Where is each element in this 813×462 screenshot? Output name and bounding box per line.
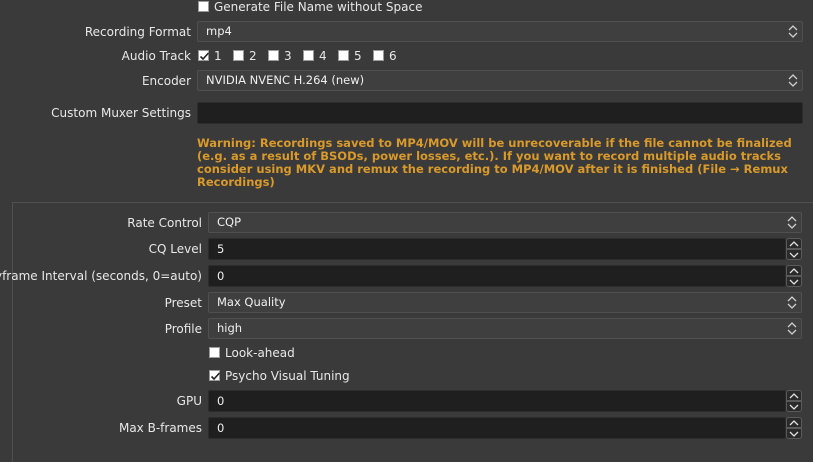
rate-control-value: CQP [217,215,242,229]
encoder-label: Encoder [141,74,191,88]
max-b-frames-spin-buttons[interactable] [786,417,802,439]
spin-up-icon[interactable] [786,417,802,428]
gpu-spin-buttons[interactable] [786,390,802,412]
audio-track-6-label: 6 [389,49,397,63]
spin-down-icon[interactable] [786,428,802,439]
keyframe-interval-spinbox[interactable]: 0 [208,265,786,287]
encoder-combo[interactable]: NVIDIA NVENC H.264 (new) [197,70,803,91]
psycho-visual-tuning-checkbox[interactable] [209,370,221,381]
audio-track-4-checkbox[interactable] [303,50,314,61]
spin-down-icon[interactable] [786,276,802,287]
custom-muxer-input[interactable] [197,102,803,124]
audio-track-label: Audio Track [121,49,191,63]
keyframe-interval-spin-buttons[interactable] [786,265,802,287]
updown-arrows-icon [787,73,799,88]
recording-format-combo[interactable]: mp4 [197,21,803,42]
updown-arrows-icon [786,215,798,230]
gpu-label: GPU [176,394,202,408]
generate-filename-checkbox[interactable] [198,1,209,12]
profile-label: Profile [164,322,202,336]
check-icon [210,372,221,381]
spin-up-icon[interactable] [786,390,802,401]
max-b-frames-spinbox[interactable]: 0 [208,417,786,439]
audio-track-2-checkbox[interactable] [233,50,244,61]
updown-arrows-icon [787,24,799,39]
custom-muxer-label: Custom Muxer Settings [51,106,191,120]
cq-level-spinbox[interactable]: 5 [208,238,786,260]
preset-value: Max Quality [217,295,286,309]
spin-up-icon[interactable] [786,265,802,276]
cq-level-spin-buttons[interactable] [786,238,802,260]
audio-track-2-label: 2 [249,49,257,63]
check-icon [199,52,210,61]
look-ahead-checkbox[interactable] [209,347,220,358]
audio-track-1-checkbox[interactable] [198,50,210,61]
recording-format-label: Recording Format [84,25,191,39]
audio-track-5-label: 5 [354,49,362,63]
spin-down-icon[interactable] [786,249,802,260]
updown-arrows-icon [786,295,798,310]
keyframe-interval-label: Keyframe Interval (seconds, 0=auto) [0,269,202,283]
audio-track-5-checkbox[interactable] [338,50,349,61]
cq-level-label: CQ Level [148,242,202,256]
spin-up-icon[interactable] [786,238,802,249]
preset-combo[interactable]: Max Quality [208,292,802,313]
look-ahead-label: Look-ahead [225,346,295,360]
encoder-value: NVIDIA NVENC H.264 (new) [206,73,365,87]
spin-down-icon[interactable] [786,401,802,412]
audio-track-6-checkbox[interactable] [373,50,384,61]
profile-value: high [217,321,243,335]
audio-track-3-checkbox[interactable] [268,50,279,61]
profile-combo[interactable]: high [208,318,802,339]
generate-filename-label: Generate File Name without Space [214,0,423,14]
rate-control-label: Rate Control [127,216,202,230]
rate-control-combo[interactable]: CQP [208,212,802,233]
audio-track-3-label: 3 [284,49,292,63]
gpu-spinbox[interactable]: 0 [208,390,786,412]
audio-track-1-label: 1 [214,49,222,63]
updown-arrows-icon [786,321,798,336]
psycho-visual-tuning-label: Psycho Visual Tuning [225,369,350,383]
recording-format-value: mp4 [206,24,232,38]
audio-track-4-label: 4 [319,49,327,63]
mp4-warning-text: Warning: Recordings saved to MP4/MOV wil… [197,136,792,189]
preset-label: Preset [164,296,202,310]
max-b-frames-label: Max B-frames [118,421,202,435]
